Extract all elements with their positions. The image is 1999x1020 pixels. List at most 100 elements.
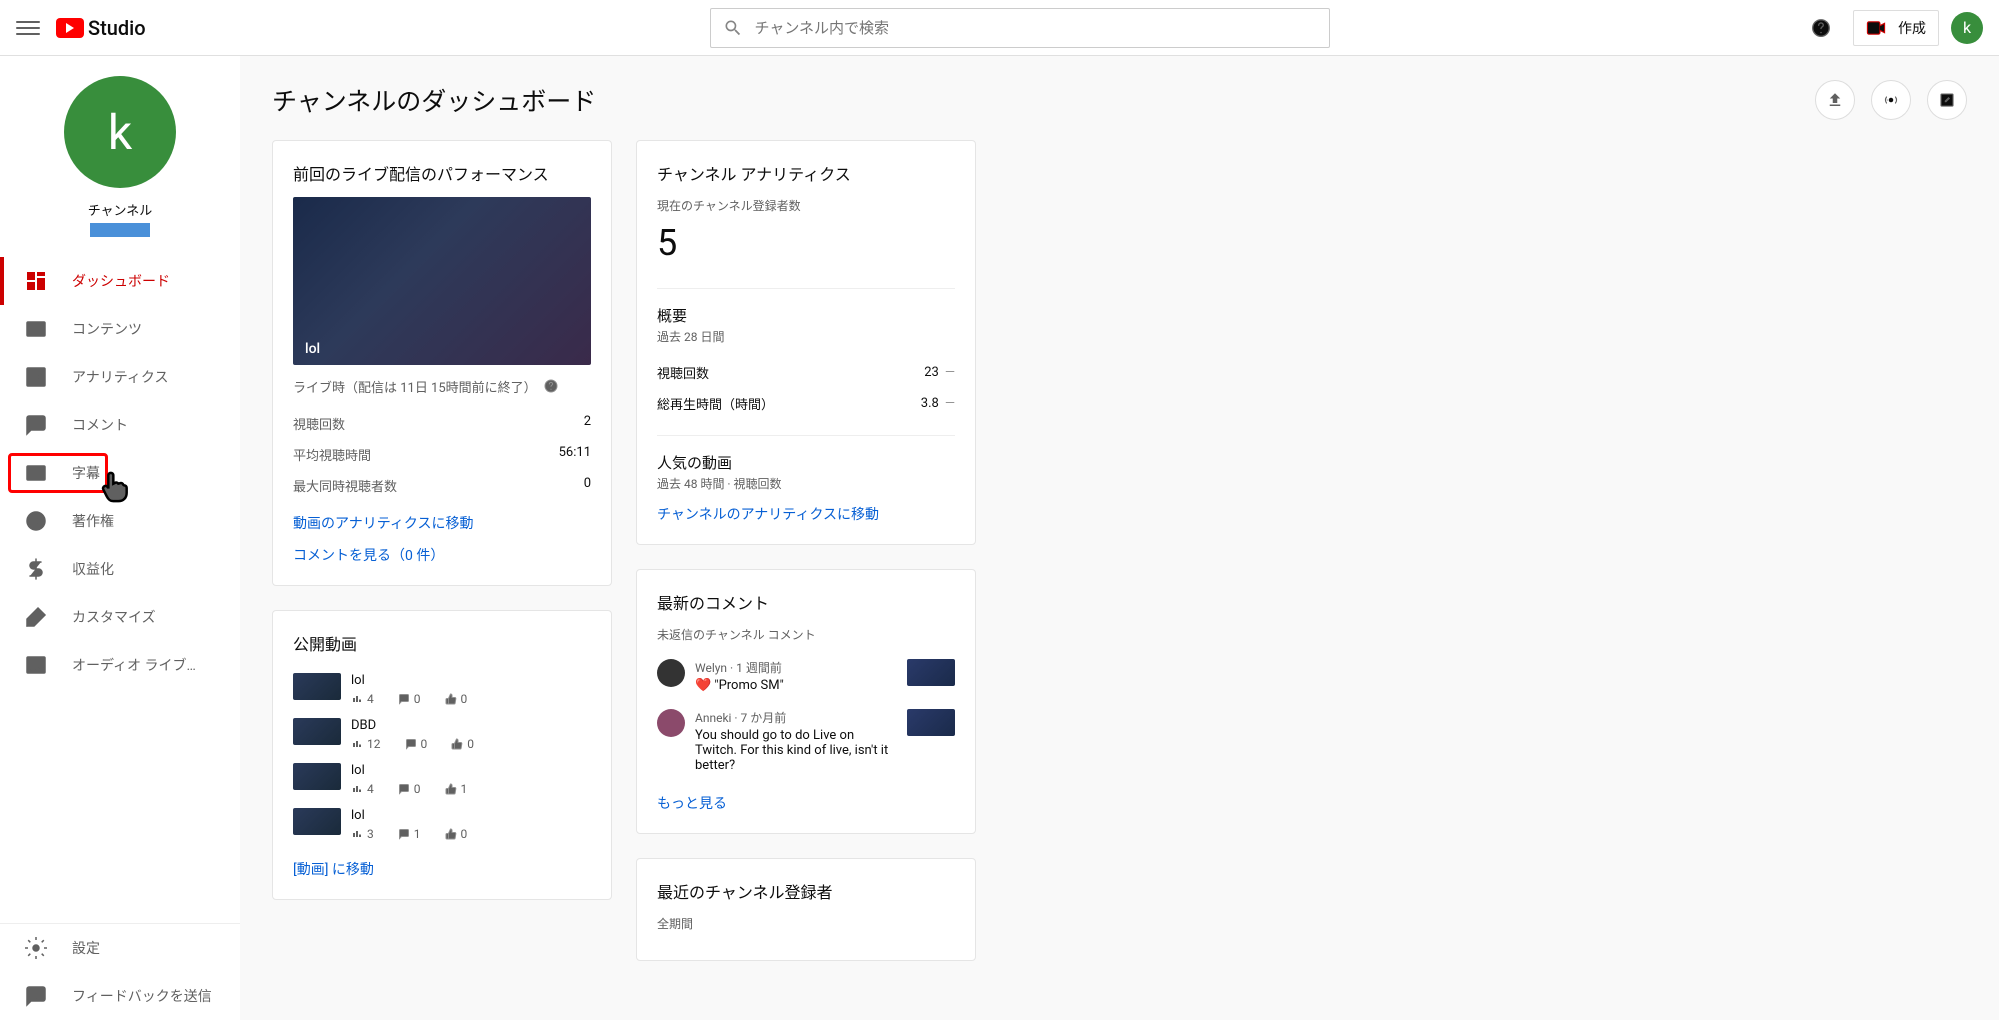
monetize-icon — [24, 557, 48, 581]
public-video-row[interactable]: lol 4 0 1 — [293, 757, 591, 802]
nav-label: フィードバックを送信 — [72, 986, 212, 1006]
metric-row: 総再生時間（時間） 3.8 — — [657, 388, 955, 419]
menu-toggle[interactable] — [16, 16, 40, 40]
create-button[interactable]: 作成 — [1853, 10, 1939, 46]
sidebar-item-analytics[interactable]: アナリティクス — [0, 353, 240, 401]
likes-stat: 0 — [445, 692, 468, 706]
page-title: チャンネルのダッシュボード — [272, 82, 596, 118]
comments-stat: 0 — [405, 737, 428, 751]
metric-label: 視聴回数 — [657, 363, 709, 382]
public-video-row[interactable]: lol 3 1 0 — [293, 802, 591, 847]
youtube-icon — [56, 18, 84, 38]
stat-label: 視聴回数 — [293, 414, 345, 433]
help-button[interactable] — [1801, 8, 1841, 48]
subtitles-icon — [24, 461, 48, 485]
comments-stat: 0 — [398, 782, 421, 796]
comments-card: 最新のコメント 未返信のチャンネル コメント Welyn · 1 週間前 ❤️ … — [636, 569, 976, 834]
copyright-icon — [24, 509, 48, 533]
nav-label: コンテンツ — [72, 319, 142, 339]
sidebar-item-dashboard[interactable]: ダッシュボード — [0, 257, 240, 305]
public-video-row[interactable]: DBD 12 0 0 — [293, 712, 591, 757]
dashboard-columns: 前回のライブ配信のパフォーマンス lol ライブ時（配信は 11日 15時間前に… — [272, 140, 1967, 961]
nav-label: 設定 — [72, 938, 100, 958]
sidebar-footer-settings[interactable]: 設定 — [0, 924, 240, 972]
settings-icon — [24, 936, 48, 960]
search-box[interactable] — [710, 8, 1330, 48]
comment-avatar — [657, 659, 685, 687]
views-stat: 4 — [351, 782, 374, 796]
popular-label: 人気の動画 — [657, 452, 955, 473]
dashboard-icon — [24, 269, 48, 293]
video-info: lol 3 1 0 — [351, 808, 591, 841]
create-label: 作成 — [1898, 18, 1926, 38]
edit-icon — [1938, 91, 1956, 109]
search-icon — [723, 18, 743, 38]
video-info: lol 4 0 0 — [351, 673, 591, 706]
edit-button[interactable] — [1927, 80, 1967, 120]
metric-row: 視聴回数 23 — — [657, 357, 955, 388]
comment-item[interactable]: Welyn · 1 週間前 ❤️ "Promo SM" — [657, 651, 955, 701]
public-video-row[interactable]: lol 4 0 0 — [293, 667, 591, 712]
sidebar: k チャンネル ダッシュボードコンテンツアナリティクスコメント字幕著作権収益化カ… — [0, 56, 240, 1020]
video-analytics-link[interactable]: 動画のアナリティクスに移動 — [293, 513, 591, 533]
logo-text: Studio — [88, 16, 146, 40]
performance-thumbnail[interactable]: lol — [293, 197, 591, 365]
popular-sub: 過去 48 時間 · 視聴回数 — [657, 475, 955, 492]
metric-label: 総再生時間（時間） — [657, 394, 774, 413]
audio-icon — [24, 653, 48, 677]
search-input[interactable] — [755, 19, 1317, 37]
metric-value: 3.8 — — [921, 396, 955, 411]
stat-label: 平均視聴時間 — [293, 445, 371, 464]
account-avatar[interactable]: k — [1951, 12, 1983, 44]
thumb-title: lol — [305, 341, 320, 357]
sidebar-footer-feedback[interactable]: フィードバックを送信 — [0, 972, 240, 1020]
video-title: DBD — [351, 718, 591, 733]
sidebar-item-monetize[interactable]: 収益化 — [0, 545, 240, 593]
video-stats: 4 0 0 — [351, 692, 591, 706]
stat-row: 最大同時視聴者数0 — [293, 470, 591, 501]
video-thumbnail — [293, 673, 341, 700]
stat-value: 2 — [584, 414, 591, 433]
go-live-button[interactable] — [1871, 80, 1911, 120]
sidebar-item-comment[interactable]: コメント — [0, 401, 240, 449]
sidebar-item-content[interactable]: コンテンツ — [0, 305, 240, 353]
main-content: チャンネルのダッシュボード 前回のライブ配信のパフォーマンス lol ライブ時（… — [240, 56, 1999, 985]
subscriber-label: 現在のチャンネル登録者数 — [657, 197, 955, 214]
header-center — [256, 8, 1783, 48]
sidebar-item-customize[interactable]: カスタマイズ — [0, 593, 240, 641]
sidebar-item-subtitles[interactable]: 字幕 — [0, 449, 240, 497]
subscribers-title: 最近のチャンネル登録者 — [657, 879, 955, 903]
likes-stat: 1 — [445, 782, 468, 796]
nav-label: カスタマイズ — [72, 607, 156, 627]
channel-analytics-link[interactable]: チャンネルのアナリティクスに移動 — [657, 504, 955, 524]
more-comments-link[interactable]: もっと見る — [657, 793, 955, 813]
header-right: 作成 k — [1783, 8, 1983, 48]
comment-avatar — [657, 709, 685, 737]
analytics-card: チャンネル アナリティクス 現在のチャンネル登録者数 5 概要 過去 28 日間… — [636, 140, 976, 545]
video-stats: 12 0 0 — [351, 737, 591, 751]
column-2: チャンネル アナリティクス 現在のチャンネル登録者数 5 概要 過去 28 日間… — [636, 140, 976, 961]
videos-link[interactable]: [動画] に移動 — [293, 859, 591, 879]
performance-title: 前回のライブ配信のパフォーマンス — [293, 161, 591, 185]
studio-logo[interactable]: Studio — [56, 16, 146, 40]
public-videos-card: 公開動画 lol 4 0 0 DBD 12 0 0 lol 4 — [272, 610, 612, 900]
metric-value: 23 — — [924, 365, 955, 380]
comment-body: Anneki · 7 か月前 You should go to do Live … — [695, 709, 897, 773]
sidebar-item-audio[interactable]: オーディオ ライブ… — [0, 641, 240, 689]
comments-stat: 0 — [398, 692, 421, 706]
nav-list: ダッシュボードコンテンツアナリティクスコメント字幕著作権収益化カスタマイズオーデ… — [0, 257, 240, 923]
subscribers-card: 最近のチャンネル登録者 全期間 — [636, 858, 976, 961]
info-icon[interactable] — [543, 378, 559, 394]
video-thumbnail — [293, 763, 341, 790]
channel-avatar[interactable]: k — [64, 76, 176, 188]
video-info: lol 4 0 1 — [351, 763, 591, 796]
stat-value: 56:11 — [559, 445, 591, 464]
view-comments-link[interactable]: コメントを見る（0 件） — [293, 545, 591, 565]
upload-button[interactable] — [1815, 80, 1855, 120]
likes-stat: 0 — [445, 827, 468, 841]
sidebar-item-copyright[interactable]: 著作権 — [0, 497, 240, 545]
nav-label: 収益化 — [72, 559, 114, 579]
video-stats: 4 0 1 — [351, 782, 591, 796]
overview-label: 概要 — [657, 305, 955, 326]
comment-item[interactable]: Anneki · 7 か月前 You should go to do Live … — [657, 701, 955, 781]
